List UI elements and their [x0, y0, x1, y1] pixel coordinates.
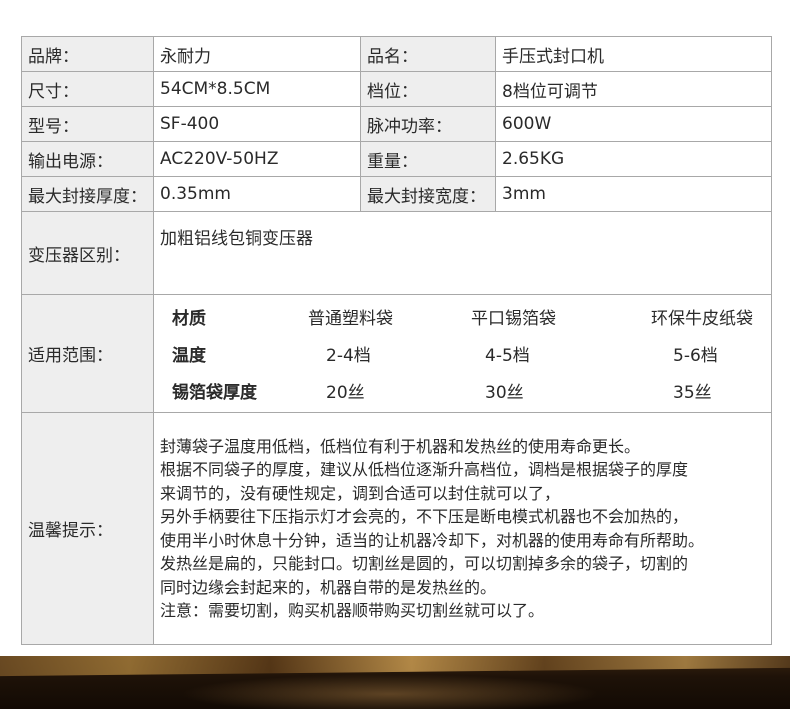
range-thickness-kraft: 35丝	[673, 383, 712, 403]
tip-line: 同时边缘会封起来的，机器自带的是发热丝的。	[160, 577, 497, 597]
tip-line: 注意：需要切割，购买机器顺带购买切割丝就可以了。	[160, 601, 545, 620]
power-label: 脉冲功率：	[360, 106, 496, 142]
transformer-label: 变压器区别：	[21, 211, 154, 295]
spec-row-size: 尺寸： 54CM*8.5CM 档位： 8档位可调节	[21, 71, 772, 107]
spec-row-model: 型号： SF-400 脉冲功率： 600W	[21, 106, 772, 142]
tips-text: 封薄袋子温度用低档，低档位有利于机器和发热丝的使用寿命更长。 根据不同袋子的厚度…	[153, 412, 772, 645]
weight-value: 2.65KG	[495, 141, 772, 177]
voltage-label: 输出电源：	[21, 141, 154, 177]
range-temp-kraft: 5-6档	[673, 346, 718, 366]
range-header-material: 材质	[172, 309, 206, 329]
size-label: 尺寸：	[21, 71, 154, 107]
range-header-plastic: 普通塑料袋	[308, 309, 393, 329]
voltage-value: AC220V-50HZ	[153, 141, 361, 177]
range-label: 适用范围：	[21, 294, 154, 413]
range-thickness-label: 锡箔袋厚度	[172, 383, 257, 403]
max-seal-width-value: 3mm	[495, 176, 772, 212]
transformer-value: 加粗铝线包铜变压器	[153, 211, 772, 295]
range-grid: 材质 普通塑料袋 平口锡箔袋 环保牛皮纸袋 温度 2-4档 4-5档 5-6档 …	[160, 304, 765, 403]
tips-label: 温馨提示：	[21, 412, 154, 645]
tip-line: 来调节的，没有硬性规定，调到合适可以封住就可以了，	[160, 483, 561, 503]
spec-row-brand: 品牌： 永耐力 品名： 手压式封口机	[21, 36, 772, 72]
range-cell: 材质 普通塑料袋 平口锡箔袋 环保牛皮纸袋 温度 2-4档 4-5档 5-6档 …	[153, 294, 772, 413]
tip-line: 根据不同袋子的厚度，建议从低档位逐渐升高档位，调档是根据袋子的厚度	[160, 460, 689, 479]
tip-line: 发热丝是扁的，只能封口。切割丝是圆的，可以切割掉多余的袋子，切割的	[160, 554, 689, 573]
decorative-footer-band	[0, 656, 790, 709]
product-name-label: 品名：	[360, 36, 496, 72]
spec-row-transformer: 变压器区别： 加粗铝线包铜变压器	[21, 211, 772, 295]
max-seal-thickness-value: 0.35mm	[153, 176, 361, 212]
tip-line: 封薄袋子温度用低档，低档位有利于机器和发热丝的使用寿命更长。	[160, 436, 641, 456]
weight-label: 重量：	[360, 141, 496, 177]
max-seal-width-label: 最大封接宽度：	[360, 176, 496, 212]
tip-line: 使用半小时休息十分钟，适当的让机器冷却下，对机器的使用寿命有所帮助。	[160, 530, 705, 550]
spec-row-range: 适用范围： 材质 普通塑料袋 平口锡箔袋 环保牛皮纸袋 温度 2-4档 4-5档…	[21, 294, 772, 413]
range-temp-plastic: 2-4档	[326, 346, 371, 366]
brand-value: 永耐力	[153, 36, 361, 72]
tip-line: 另外手柄要往下压指示灯才会亮的，不下压是断电模式机器也不会加热的，	[160, 507, 689, 526]
spec-row-voltage: 输出电源： AC220V-50HZ 重量： 2.65KG	[21, 141, 772, 177]
power-value: 600W	[495, 106, 772, 142]
range-thickness-plastic: 20丝	[326, 383, 365, 403]
model-label: 型号：	[21, 106, 154, 142]
spec-table: 品牌： 永耐力 品名： 手压式封口机 尺寸： 54CM*8.5CM 档位： 8档…	[21, 36, 772, 645]
model-value: SF-400	[153, 106, 361, 142]
range-thickness-foil: 30丝	[485, 383, 524, 403]
range-header-foil: 平口锡箔袋	[471, 309, 556, 329]
spec-row-seal: 最大封接厚度： 0.35mm 最大封接宽度： 3mm	[21, 176, 772, 212]
max-seal-thickness-label: 最大封接厚度：	[21, 176, 154, 212]
range-temp-foil: 4-5档	[485, 346, 530, 366]
brand-label: 品牌：	[21, 36, 154, 72]
range-header-kraft: 环保牛皮纸袋	[651, 309, 753, 329]
range-temp-label: 温度	[172, 346, 206, 366]
spec-row-tips: 温馨提示： 封薄袋子温度用低档，低档位有利于机器和发热丝的使用寿命更长。 根据不…	[21, 412, 772, 645]
gear-label: 档位：	[360, 71, 496, 107]
gear-value: 8档位可调节	[495, 71, 772, 107]
size-value: 54CM*8.5CM	[153, 71, 361, 107]
product-name-value: 手压式封口机	[495, 36, 772, 72]
